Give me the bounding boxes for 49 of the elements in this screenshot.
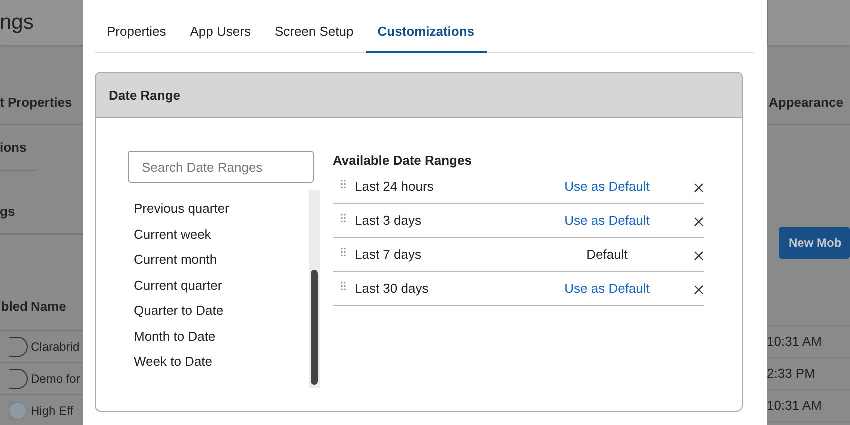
- tab[interactable]: Customizations: [366, 24, 487, 53]
- drag-handle-icon[interactable]: [341, 180, 346, 189]
- use-as-default-link[interactable]: Use as Default: [564, 179, 650, 194]
- column-header: bled: [0, 299, 28, 314]
- column-header: Appearance: [768, 94, 844, 112]
- card-title: Date Range: [109, 88, 181, 102]
- list-item[interactable]: Week to Date: [134, 354, 309, 370]
- scrollbar-thumb[interactable]: [311, 270, 318, 385]
- default-label: Default: [586, 247, 628, 262]
- list-item[interactable]: Current week: [134, 226, 309, 242]
- table-cell: High Eff: [31, 404, 74, 418]
- section-label: t Properties: [0, 94, 72, 112]
- scrollbar-track[interactable]: [309, 190, 320, 388]
- date-range-label: Last 7 days: [355, 247, 422, 262]
- tab[interactable]: Properties: [95, 24, 178, 53]
- close-icon[interactable]: [694, 217, 704, 227]
- list-item[interactable]: Quarter to Date: [134, 303, 309, 318]
- section-label: ions: [0, 140, 27, 155]
- close-icon[interactable]: [694, 251, 704, 261]
- table-cell: Clarabrid: [31, 340, 80, 354]
- list-item[interactable]: Current quarter: [134, 278, 309, 293]
- date-range-label: Last 30 days: [355, 281, 430, 296]
- list-item[interactable]: Month to Date: [134, 328, 309, 344]
- list-item[interactable]: Current month: [134, 252, 309, 268]
- table-cell: Demo for: [31, 372, 80, 386]
- close-icon[interactable]: [694, 285, 704, 295]
- table-cell: 2:33 PM: [767, 366, 816, 381]
- new-button[interactable]: New Mob: [779, 227, 850, 259]
- use-as-default-link[interactable]: Use as Default: [564, 213, 650, 228]
- page-title: ngs: [0, 10, 34, 34]
- table-cell: 10:31 AM: [767, 334, 822, 349]
- section-heading: Available Date Ranges: [333, 153, 473, 168]
- date-range-label: Last 3 days: [355, 213, 422, 228]
- drag-handle-icon[interactable]: [341, 282, 346, 291]
- drag-handle-icon[interactable]: [341, 214, 346, 223]
- section-label: gs: [0, 204, 16, 219]
- table-cell: 10:31 AM: [767, 398, 822, 413]
- toggle-switch[interactable]: [9, 336, 28, 356]
- toggle-switch[interactable]: [9, 368, 28, 388]
- drag-handle-icon[interactable]: [341, 248, 346, 257]
- use-as-default-link[interactable]: Use as Default: [564, 281, 650, 296]
- date-range-label: Last 24 hours: [355, 179, 435, 194]
- list-item[interactable]: Previous quarter: [134, 201, 309, 216]
- tab[interactable]: Screen Setup: [262, 24, 366, 53]
- toggle-switch[interactable]: [9, 400, 28, 420]
- column-header: Name: [31, 299, 66, 314]
- tab[interactable]: App Users: [178, 24, 263, 53]
- search-field[interactable]: Search Date Ranges: [128, 151, 314, 183]
- close-icon[interactable]: [694, 183, 704, 193]
